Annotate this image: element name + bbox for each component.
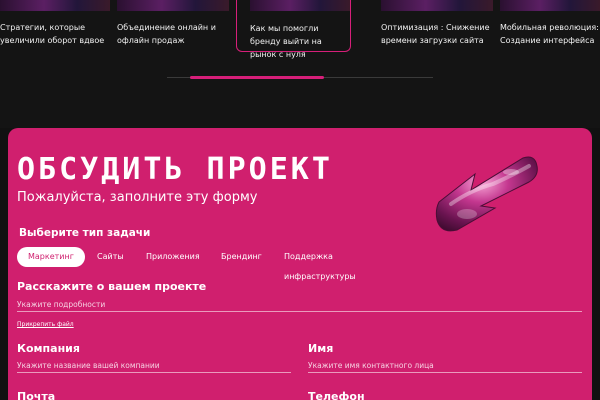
case-title: Мобильная революция: Создание интерфейса (500, 23, 599, 45)
carousel-scrollbar-thumb[interactable] (190, 76, 324, 79)
case-title: Стратегии, которые увеличили оборот вдво… (0, 23, 105, 45)
cases-carousel: Стратегии, которые увеличили оборот вдво… (0, 0, 600, 128)
attach-file-link[interactable]: Прикрепить файл (17, 321, 74, 328)
case-card[interactable]: Мобильная революция: Создание интерфейса (500, 0, 600, 60)
case-card-active[interactable]: Как мы помогли бренду выйти на рынок с н… (236, 0, 351, 59)
case-title: Объединение онлайн и офлайн продаж (117, 23, 216, 45)
project-label: Расскажите о вашем проекте (17, 280, 207, 293)
project-details-input[interactable] (17, 297, 582, 312)
company-label: Компания (17, 342, 80, 355)
tab-marketing[interactable]: Маркетинг (17, 247, 85, 267)
tab-branding[interactable]: Брендинг (221, 247, 262, 267)
tab-sites[interactable]: Сайты (97, 247, 124, 267)
case-title: Оптимизация : Снижение времени загрузки … (381, 23, 490, 45)
phone-label: Телефон (308, 390, 365, 400)
case-card[interactable]: Объединение онлайн и офлайн продаж (117, 0, 229, 60)
tab-infrastructure[interactable]: Поддержка инфраструктуры (284, 247, 356, 281)
name-label: Имя (308, 342, 334, 355)
form-headline: ОБСУДИТЬ ПРОЕКТ (17, 152, 333, 187)
case-thumbnail (381, 0, 493, 11)
case-title: Как мы помогли бренду выйти на рынок с н… (250, 24, 322, 59)
company-input[interactable] (17, 358, 291, 373)
case-thumbnail (117, 0, 229, 11)
task-type-label: Выберите тип задачи (19, 227, 151, 239)
case-thumbnail (500, 0, 600, 11)
case-thumbnail (250, 0, 350, 11)
tab-apps[interactable]: Приложения (146, 247, 200, 267)
email-label: Почта (17, 390, 56, 400)
arrow-illustration-icon (431, 144, 541, 234)
case-thumbnail (0, 0, 110, 11)
case-card[interactable]: Оптимизация : Снижение времени загрузки … (381, 0, 493, 60)
name-input[interactable] (308, 358, 582, 373)
discuss-project-form: ОБСУДИТЬ ПРОЕКТ Пожалуйста, заполните эт… (8, 128, 592, 400)
case-card[interactable]: Стратегии, которые увеличили оборот вдво… (0, 0, 110, 60)
form-subtitle: Пожалуйста, заполните эту форму (17, 190, 258, 205)
